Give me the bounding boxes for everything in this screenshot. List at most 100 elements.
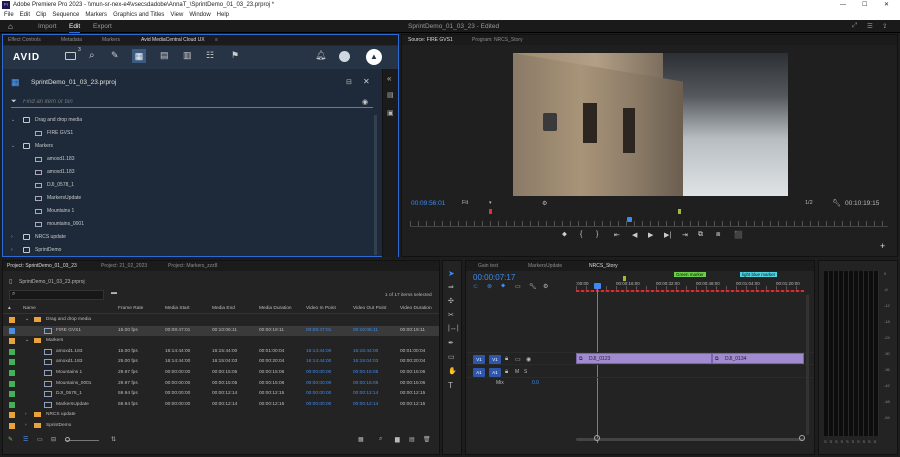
- label-color-swatch[interactable]: [9, 359, 15, 366]
- menu-graphics-and-titles[interactable]: Graphics and Titles: [113, 12, 164, 18]
- table-row[interactable]: amoxd1.183 25.00 fps 16:14:44:00 16:15:04:0…: [3, 357, 439, 367]
- tab-edit[interactable]: Edit: [69, 23, 81, 33]
- table-row[interactable]: ⌄ Markers: [3, 336, 439, 346]
- label-color-swatch[interactable]: [9, 348, 15, 355]
- menu-window[interactable]: Window: [189, 12, 210, 18]
- tab-menu-icon[interactable]: ≡: [215, 35, 218, 45]
- tree-item[interactable]: MarkersUpdate: [3, 192, 381, 204]
- slip-tool-icon[interactable]: |↔|: [448, 325, 459, 332]
- row-cell[interactable]: 00:00:12:14: [353, 391, 378, 396]
- search-input[interactable]: [23, 97, 343, 107]
- label-color-swatch[interactable]: [9, 380, 15, 387]
- solo-button[interactable]: S: [874, 439, 877, 444]
- project-search-icon[interactable]: ⌕: [12, 291, 15, 298]
- panel-close-icon[interactable]: ✕: [363, 77, 370, 86]
- menu-clip[interactable]: Clip: [36, 12, 46, 18]
- menu-sequence[interactable]: Sequence: [52, 12, 79, 18]
- fullscreen-icon[interactable]: ⤢: [852, 22, 857, 30]
- notes-icon[interactable]: ☰: [867, 22, 873, 30]
- mute-icon[interactable]: M: [515, 369, 519, 375]
- clip-dji-0134[interactable]: ⧉ DJI_0134: [712, 353, 804, 364]
- search-icon[interactable]: ⌕: [89, 50, 95, 61]
- chevron-right-icon[interactable]: ›: [25, 423, 27, 428]
- expand-icon[interactable]: ⊟: [346, 78, 352, 86]
- column-header[interactable]: Media Start: [165, 306, 190, 311]
- close-icon[interactable]: ✕: [884, 0, 889, 10]
- menu-view[interactable]: View: [170, 12, 183, 18]
- add-marker-tl-icon[interactable]: ⬥: [501, 283, 505, 290]
- column-header[interactable]: Video In Point: [306, 306, 336, 311]
- tree-item[interactable]: amoxd1.183: [3, 153, 381, 165]
- hand-tool-icon[interactable]: ✋: [448, 367, 457, 375]
- tree-item[interactable]: Mountains 1: [3, 205, 381, 217]
- solo-button[interactable]: S: [846, 439, 849, 444]
- tab-program[interactable]: Program: NRCS_Story: [472, 35, 523, 45]
- timeline-h-scroll[interactable]: [576, 438, 804, 441]
- solo-button[interactable]: S: [863, 439, 866, 444]
- go-to-out-icon[interactable]: ⇥: [682, 231, 688, 239]
- eye-v1-icon[interactable]: ◉: [526, 356, 531, 363]
- layout-icon[interactable]: ▤: [160, 50, 169, 61]
- side-panel-icon[interactable]: ▤: [387, 91, 394, 99]
- tab-source[interactable]: Source: FIRE GVS1: [408, 35, 453, 45]
- automate-icon[interactable]: ▦: [358, 436, 364, 443]
- go-to-in-icon[interactable]: ⇤: [614, 231, 620, 239]
- solo-button[interactable]: S: [868, 439, 871, 444]
- step-back-icon[interactable]: ◀: [632, 231, 637, 239]
- source-playhead-icon[interactable]: [627, 217, 632, 222]
- row-cell[interactable]: 00:00:15:05: [353, 370, 378, 375]
- sort-icon[interactable]: ⇅: [111, 436, 116, 443]
- timeline-marker[interactable]: light blue marker: [740, 272, 778, 277]
- menu-edit[interactable]: Edit: [20, 12, 30, 18]
- solo-icon[interactable]: S: [524, 369, 527, 375]
- tab-effect-controls[interactable]: Effect Controls: [8, 35, 41, 45]
- selection-tool-icon[interactable]: ➤: [448, 269, 455, 278]
- table-row[interactable]: Mountains_0001 29.97 fps 00:00:00:00 00:00:…: [3, 379, 439, 389]
- label-color-swatch[interactable]: [9, 370, 15, 376]
- table-row[interactable]: › NRCS update: [3, 410, 439, 420]
- mark-in-icon[interactable]: {: [580, 231, 582, 238]
- column-header[interactable]: Media Duration: [259, 306, 292, 311]
- yellow-marker-icon[interactable]: [623, 276, 626, 281]
- tab-project-markers[interactable]: Project: Markers_zzz8: [168, 261, 217, 271]
- playhead-handle-icon[interactable]: [594, 283, 601, 289]
- table-row[interactable]: DJI_0578_1 59.94 fps 00:00:00:00 00:00:12:1…: [3, 389, 439, 399]
- ripple-tool-icon[interactable]: ✣: [448, 297, 454, 305]
- user-avatar-icon[interactable]: [339, 51, 350, 62]
- share-icon[interactable]: ⇪: [882, 22, 887, 30]
- pen-tool-icon[interactable]: ✒: [448, 339, 454, 347]
- lock-v1-icon[interactable]: 🔒︎: [505, 356, 508, 363]
- row-cell[interactable]: 00:00:00:00: [306, 370, 331, 375]
- timeline-wrench-icon[interactable]: 🔧︎: [529, 283, 537, 290]
- menu-markers[interactable]: Markers: [85, 12, 107, 18]
- label-color-swatch[interactable]: [9, 317, 15, 323]
- label-color-swatch[interactable]: [9, 401, 15, 408]
- rectangle-tool-icon[interactable]: ▭: [448, 353, 455, 361]
- label-color-swatch[interactable]: [9, 412, 15, 419]
- source-patch-v1[interactable]: V1: [473, 355, 485, 364]
- table-row[interactable]: Mountains 1 29.97 fps 00:00:00:00 00:00:15:…: [3, 368, 439, 378]
- chevron-down-icon[interactable]: ⌄: [11, 114, 15, 126]
- collapse-icon[interactable]: «: [387, 74, 391, 83]
- row-cell[interactable]: 00:00:15:05: [353, 381, 378, 386]
- mix-value[interactable]: 0.0: [532, 380, 539, 386]
- source-timecode[interactable]: 00:09:56:01: [411, 200, 445, 207]
- tree-item[interactable]: mountains_0001: [3, 218, 381, 230]
- solo-button[interactable]: S: [852, 439, 855, 444]
- step-forward-icon[interactable]: ▶|: [664, 231, 671, 239]
- label-color-swatch[interactable]: [9, 338, 15, 345]
- row-cell[interactable]: 00:00:12:14: [353, 402, 378, 407]
- tree-item[interactable]: › NRCS update: [3, 231, 381, 243]
- solo-button[interactable]: S: [857, 439, 860, 444]
- add-button-icon[interactable]: +: [880, 241, 885, 251]
- chevron-down-icon[interactable]: ⌄: [25, 338, 29, 343]
- tab-project-sprintdemo[interactable]: Project: SprintDemo_01_03_23: [7, 261, 77, 271]
- maximize-icon[interactable]: ☐: [862, 0, 867, 10]
- tree-item[interactable]: › SprintDemo: [3, 244, 381, 256]
- chevron-down-icon[interactable]: ⌄: [11, 140, 15, 152]
- new-bin-icon[interactable]: ▬: [111, 290, 117, 296]
- tree-item[interactable]: FIRE GVS1: [3, 127, 381, 139]
- column-header[interactable]: Name: [23, 306, 36, 311]
- timeline-settings-icon[interactable]: ⚙: [543, 283, 548, 290]
- table-row[interactable]: › SprintDemo: [3, 421, 439, 431]
